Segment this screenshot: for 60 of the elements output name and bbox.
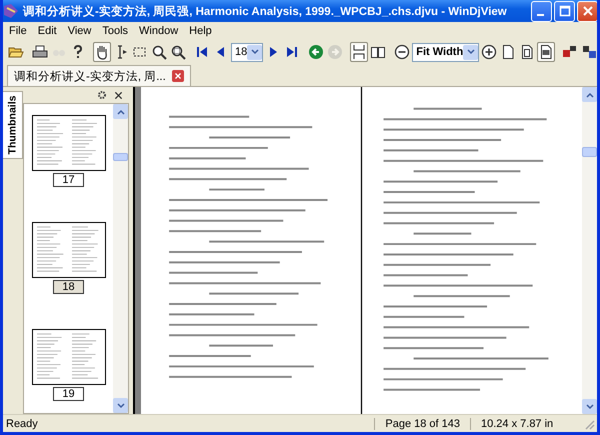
menu-item[interactable]: Edit — [34, 25, 63, 37]
menu-item[interactable]: View — [64, 25, 98, 37]
zoom-in-button[interactable] — [480, 42, 498, 62]
page-number-label: 18 — [53, 280, 84, 294]
continuous-pages-icon — [351, 44, 368, 60]
chevron-down-icon[interactable] — [586, 404, 594, 410]
page-size-indicator: 10.24 x 7.87 in — [470, 418, 581, 430]
fit-width-button[interactable] — [537, 42, 556, 62]
app-icon — [3, 3, 19, 19]
page-indicator: Page 18 of 143 — [374, 418, 470, 430]
maximize-button[interactable] — [554, 0, 575, 22]
first-page-icon — [194, 44, 210, 60]
page-number-label: 19 — [53, 387, 84, 401]
settings-icon[interactable] — [97, 90, 107, 100]
scrollbar[interactable] — [582, 87, 597, 414]
minimize-button[interactable] — [531, 0, 552, 22]
page-thumbnail[interactable] — [32, 115, 106, 171]
close-icon — [582, 5, 594, 17]
page-number-field[interactable]: 18 — [231, 42, 264, 62]
menu-item[interactable]: Tools — [98, 25, 134, 37]
close-icon[interactable] — [114, 90, 123, 100]
minimize-icon — [537, 14, 544, 16]
menu-item[interactable]: Help — [185, 25, 218, 37]
page-number-label: 17 — [53, 173, 84, 187]
hand-button[interactable] — [93, 42, 111, 62]
scrollbar-thumb[interactable] — [582, 147, 597, 157]
chevron-down-icon[interactable] — [250, 49, 259, 55]
menu-item[interactable]: Window — [135, 25, 184, 37]
back-button[interactable] — [307, 42, 326, 62]
plus-icon — [481, 44, 498, 60]
page-icon — [500, 44, 516, 60]
page-thumbnail[interactable] — [32, 222, 106, 278]
scrollbar[interactable] — [113, 104, 128, 413]
zoom-level-field[interactable]: Fit Width — [412, 42, 480, 62]
menu-item[interactable]: File — [5, 25, 33, 37]
resize-grip-icon[interactable] — [583, 418, 595, 430]
status-message: Ready — [5, 418, 39, 430]
window-title: 调和分析讲义-实变方法, 周民强, Harmonic Analysis, 1999._WPCBJ_.chs.djvu - WinDjView — [23, 4, 508, 18]
maximize-icon — [558, 5, 570, 17]
chevron-down-icon[interactable] — [466, 49, 475, 55]
page-thumbnail[interactable] — [32, 329, 106, 385]
document-tab[interactable]: 调和分析讲义-实变方法, 周... — [7, 65, 191, 86]
close-tab-icon[interactable] — [172, 70, 184, 82]
squares-icon — [562, 44, 578, 60]
chevron-up-icon[interactable] — [586, 92, 594, 98]
continuous-button[interactable] — [350, 42, 368, 62]
scrollbar-thumb[interactable] — [113, 153, 128, 161]
close-button[interactable] — [577, 0, 597, 22]
two-pages-icon — [370, 44, 386, 60]
magnifier-icon — [151, 44, 167, 60]
chevron-up-icon[interactable] — [116, 108, 124, 114]
printer-icon — [32, 44, 48, 60]
thumbnails-tab[interactable]: Thumbnails — [3, 91, 23, 159]
magnifier-icon — [170, 44, 186, 60]
minus-icon — [394, 44, 410, 60]
fit-page-icon — [519, 44, 536, 60]
squares-icon — [581, 44, 597, 60]
chevron-down-icon[interactable] — [116, 402, 124, 408]
fit-width-icon — [538, 44, 554, 60]
zoom-out-button[interactable] — [393, 42, 412, 62]
